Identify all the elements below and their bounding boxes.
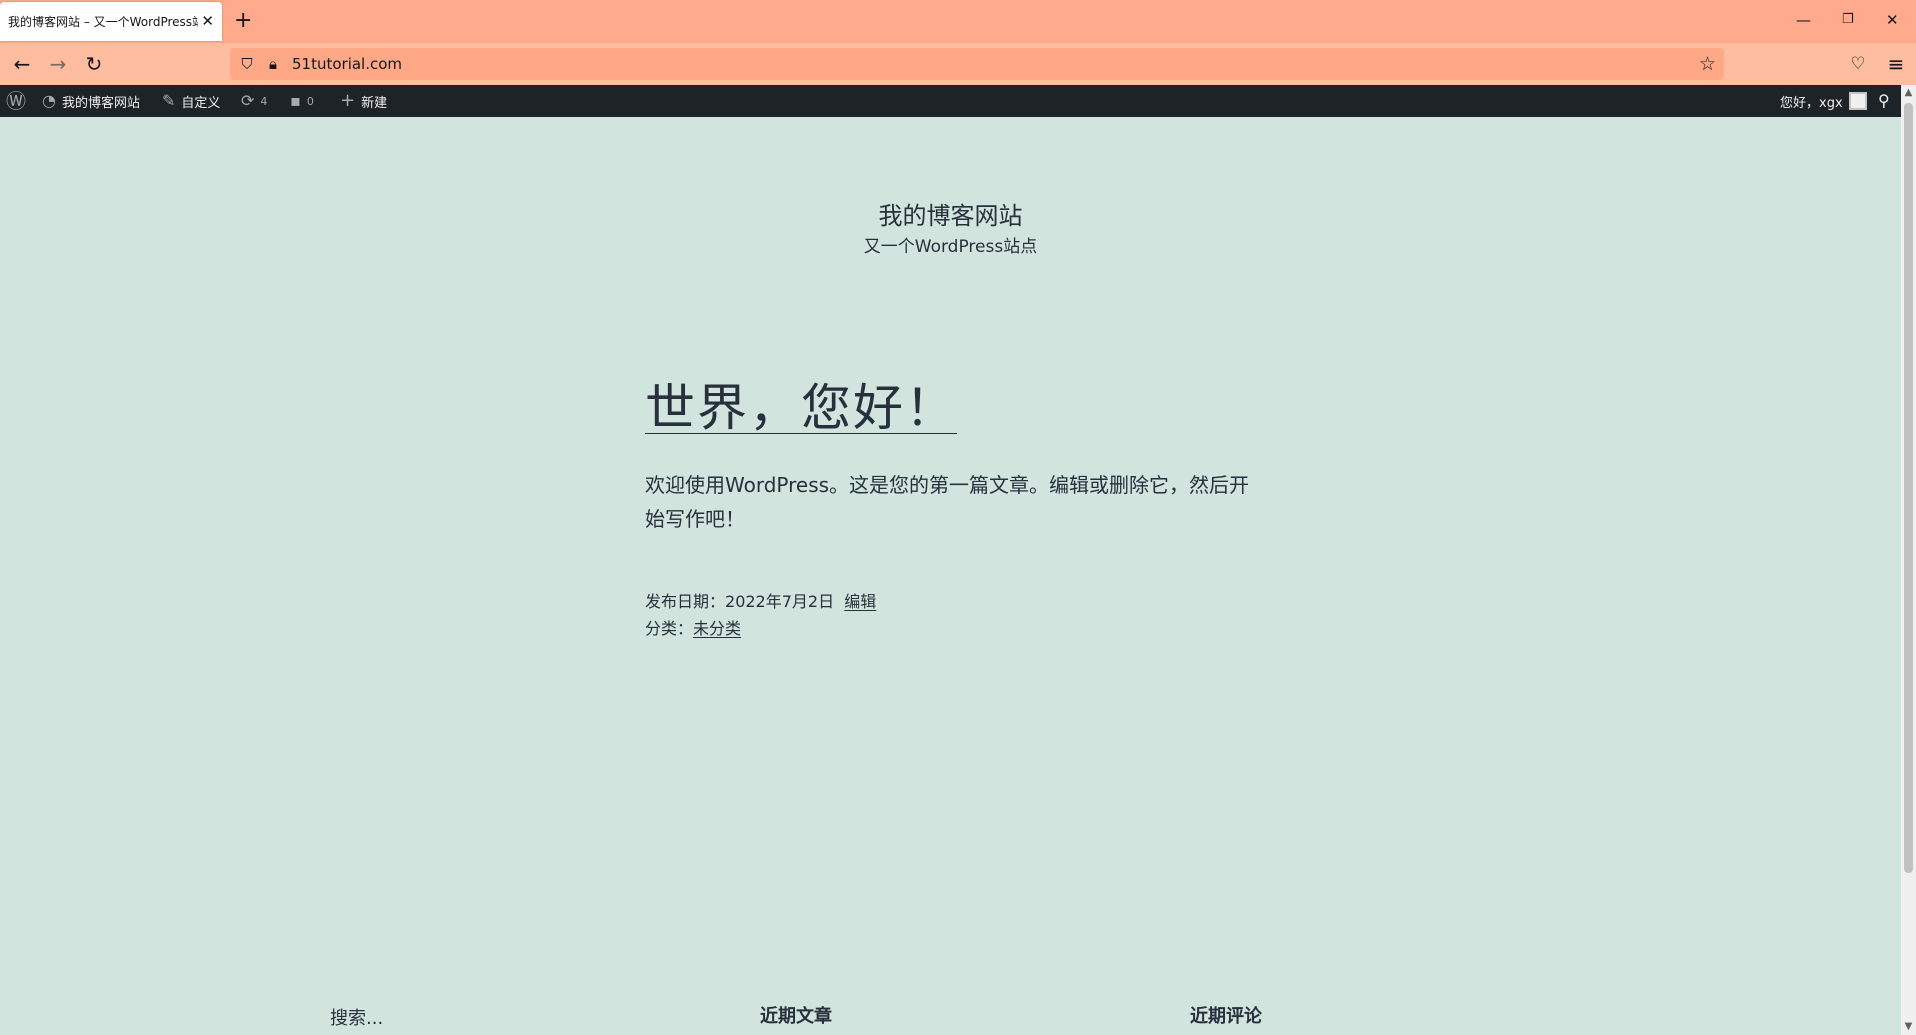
admin-bar-new[interactable]: + 新建 [340, 85, 387, 117]
dashboard-icon: ◔ [42, 91, 56, 110]
updates-icon: ⟳ [241, 91, 255, 110]
scroll-down-icon[interactable]: ▼ [1901, 1019, 1916, 1035]
forward-icon[interactable]: → [46, 53, 70, 77]
category-link[interactable]: 未分类 [693, 619, 741, 638]
shield-icon[interactable]: ⛉ [238, 55, 256, 73]
updates-count: 4 [260, 94, 268, 108]
footer-search-input[interactable]: 搜索... [330, 1004, 383, 1030]
tab-title: 我的博客网站 – 又一个WordPress站点 [8, 15, 198, 29]
wp-admin-bar: Ⓦ ◔ 我的博客网站 ✎ 自定义 ⟳ 4 ▪ 0 + 新建 您好，xgx ⚲ [0, 85, 1916, 117]
address-bar[interactable]: ⛉ 🔒︎ 51tutorial.com ☆ [230, 48, 1724, 80]
post-date: 2022年7月2日 [725, 592, 835, 611]
browser-nav-bar: ← → ↻ ⛉ 🔒︎ 51tutorial.com ☆ ♡ ≡ [0, 43, 1916, 85]
new-tab-icon[interactable]: + [234, 9, 252, 33]
post-meta: 发布日期：2022年7月2日 编辑 分类：未分类 [645, 588, 876, 642]
menu-icon[interactable]: ≡ [1884, 53, 1908, 77]
admin-bar-search[interactable]: ⚲ [1878, 85, 1890, 117]
admin-bar-comments[interactable]: ▪ 0 [290, 85, 314, 117]
bookmark-star-icon[interactable]: ☆ [1699, 53, 1716, 75]
pocket-icon[interactable]: ♡ [1846, 53, 1870, 77]
scroll-up-icon[interactable]: ▲ [1901, 85, 1916, 101]
post-category-line: 分类：未分类 [645, 615, 876, 642]
admin-bar-customize[interactable]: ✎ 自定义 [162, 85, 220, 117]
browser-tab[interactable]: 我的博客网站 – 又一个WordPress站点 ✕ [0, 2, 222, 41]
site-title[interactable]: 我的博客网站 [0, 196, 1901, 231]
url-text[interactable]: 51tutorial.com [292, 55, 402, 73]
edit-link[interactable]: 编辑 [844, 592, 876, 611]
back-icon[interactable]: ← [10, 53, 34, 77]
category-label: 分类： [645, 619, 694, 638]
greeting: 您好，xgx [1780, 95, 1843, 111]
post-date-line: 发布日期：2022年7月2日 编辑 [645, 588, 876, 615]
browser-tab-bar: 我的博客网站 – 又一个WordPress站点 ✕ + — ❐ ✕ [0, 0, 1916, 43]
lock-icon[interactable]: 🔒︎ [264, 55, 282, 73]
date-label: 发布日期： [645, 592, 726, 611]
brush-icon: ✎ [162, 91, 176, 110]
avatar [1848, 92, 1867, 110]
widget-title-recent-comments: 近期评论 [1190, 1006, 1262, 1027]
admin-bar-account[interactable]: 您好，xgx [1780, 85, 1867, 117]
admin-bar-updates[interactable]: ⟳ 4 [241, 85, 267, 117]
site-description: 又一个WordPress站点 [863, 237, 1038, 257]
close-tab-icon[interactable]: ✕ [201, 12, 214, 30]
post-body: 欢迎使用WordPress。这是您的第一篇文章。编辑或删除它，然后开始写作吧！ [645, 473, 1250, 531]
post-title[interactable]: 世界，您好！ [645, 378, 957, 438]
minimize-icon[interactable]: — [1796, 10, 1811, 30]
close-window-icon[interactable]: ✕ [1886, 10, 1899, 30]
comment-icon: ▪ [290, 91, 301, 110]
plus-icon: + [340, 90, 356, 111]
widget-title-recent-posts: 近期文章 [760, 1006, 832, 1027]
reload-icon[interactable]: ↻ [82, 53, 106, 77]
search-icon: ⚲ [1878, 91, 1890, 110]
page-scrollbar[interactable]: ▲ ▼ [1901, 85, 1916, 1035]
restore-icon[interactable]: ❐ [1842, 10, 1854, 30]
admin-bar-site-name[interactable]: ◔ 我的博客网站 [42, 85, 140, 117]
wordpress-logo-icon[interactable]: Ⓦ [6, 85, 26, 117]
comments-count: 0 [306, 94, 314, 108]
scroll-thumb[interactable] [1904, 103, 1913, 873]
